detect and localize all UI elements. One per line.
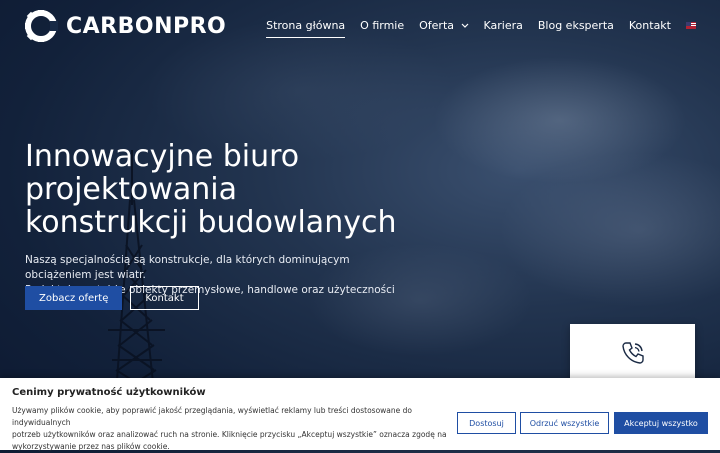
nav-item-careers[interactable]: Kariera — [484, 19, 523, 32]
nav-item-blog[interactable]: Blog eksperta — [538, 19, 614, 32]
phone-icon — [622, 342, 644, 364]
view-offer-button[interactable]: Zobacz ofertę — [25, 286, 123, 310]
hero-desc-line1: Naszą specjalnością są konstrukcje, dla … — [25, 254, 350, 281]
site-header: CARBONPRO Strona główna O firmie Oferta … — [0, 0, 720, 54]
cookie-text-line1: Używamy plików cookie, aby poprawić jako… — [12, 406, 412, 427]
cookie-title: Cenimy prywatność użytkowników — [12, 387, 206, 398]
nav-item-offer-label: Oferta — [419, 19, 454, 32]
cookie-text: Używamy plików cookie, aby poprawić jako… — [12, 405, 452, 453]
cookie-consent-banner: Cenimy prywatność użytkowników Używamy p… — [0, 378, 720, 453]
customize-cookies-button[interactable]: Dostosuj — [457, 412, 516, 434]
gear-logo-icon — [25, 10, 58, 42]
cookie-text-line2: potrzeb użytkowników oraz analizować ruc… — [12, 430, 447, 439]
accept-all-cookies-button[interactable]: Akceptuj wszystko — [614, 412, 708, 434]
nav-item-home[interactable]: Strona główna — [266, 19, 346, 38]
uk-flag-icon[interactable] — [686, 22, 696, 29]
hero-title: Innowacyjne biuro projektowania konstruk… — [25, 140, 445, 239]
reject-all-cookies-button[interactable]: Odrzuć wszystkie — [520, 412, 609, 434]
hero-buttons: Zobacz ofertę Kontakt — [25, 286, 199, 310]
brand-logo[interactable]: CARBONPRO — [24, 9, 226, 43]
hero-title-line1: Innowacyjne biuro — [25, 139, 300, 174]
brand-name: CARBONPRO — [66, 13, 227, 39]
main-nav: Strona główna O firmie Oferta Kariera Bl… — [266, 19, 696, 38]
contact-button[interactable]: Kontakt — [130, 286, 199, 310]
nav-item-about[interactable]: O firmie — [360, 19, 404, 32]
nav-item-offer[interactable]: Oferta — [419, 19, 468, 32]
hero-title-line3: konstrukcji budowlanych — [25, 205, 397, 240]
chevron-down-icon — [461, 23, 468, 28]
nav-item-contact[interactable]: Kontakt — [629, 19, 671, 32]
hero-title-line2: projektowania — [25, 172, 238, 207]
